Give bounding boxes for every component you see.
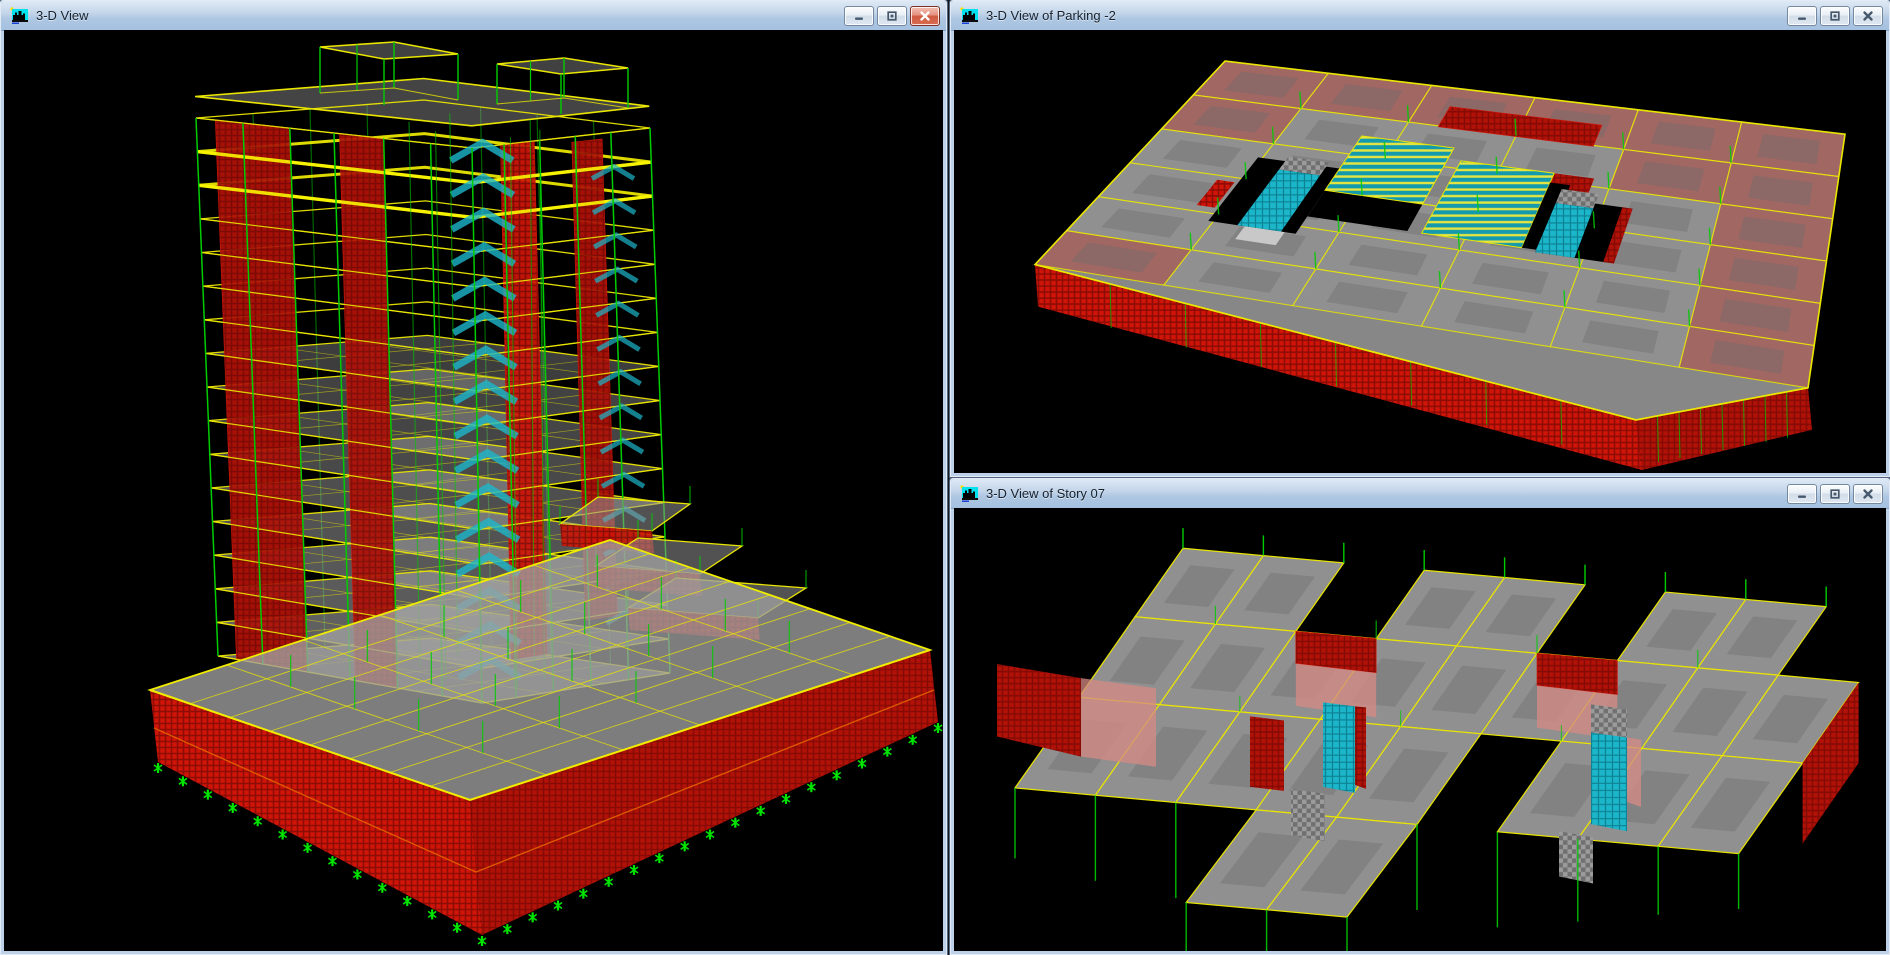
window-controls <box>844 6 940 26</box>
window-3d-view: 3-D View <box>0 0 947 955</box>
window-title: 3-D View of Parking -2 <box>986 8 1780 23</box>
close-icon <box>1862 11 1874 21</box>
window-parking: 3-D View of Parking -2 <box>950 0 1890 477</box>
window-title: 3-D View of Story 07 <box>986 486 1780 501</box>
minimize-button[interactable] <box>1787 484 1817 504</box>
close-icon <box>919 11 931 21</box>
window-controls <box>1787 6 1883 26</box>
titlebar[interactable]: 3-D View <box>1 1 946 31</box>
mdi-workspace: 3-D View <box>0 0 1890 955</box>
viewport-story07-model[interactable] <box>954 508 1886 951</box>
viewport-3d-model[interactable] <box>4 30 943 951</box>
close-button[interactable] <box>910 6 940 26</box>
close-icon <box>1862 489 1874 499</box>
minimize-icon <box>853 11 865 21</box>
restore-icon <box>1829 489 1841 499</box>
restore-button[interactable] <box>877 6 907 26</box>
titlebar[interactable]: 3-D View of Parking -2 <box>951 1 1889 31</box>
close-button[interactable] <box>1853 6 1883 26</box>
window-controls <box>1787 484 1883 504</box>
viewport-parking-model[interactable] <box>954 30 1886 473</box>
minimize-button[interactable] <box>1787 6 1817 26</box>
restore-button[interactable] <box>1820 6 1850 26</box>
model-3d-view-icon <box>960 7 979 24</box>
window-title: 3-D View <box>36 8 837 23</box>
window-story07: 3-D View of Story 07 <box>950 478 1890 955</box>
restore-button[interactable] <box>1820 484 1850 504</box>
restore-icon <box>886 11 898 21</box>
minimize-button[interactable] <box>844 6 874 26</box>
close-button[interactable] <box>1853 484 1883 504</box>
model-3d-view-icon <box>10 7 29 24</box>
minimize-icon <box>1796 11 1808 21</box>
model-3d-view-icon <box>960 485 979 502</box>
restore-icon <box>1829 11 1841 21</box>
minimize-icon <box>1796 489 1808 499</box>
titlebar[interactable]: 3-D View of Story 07 <box>951 479 1889 509</box>
